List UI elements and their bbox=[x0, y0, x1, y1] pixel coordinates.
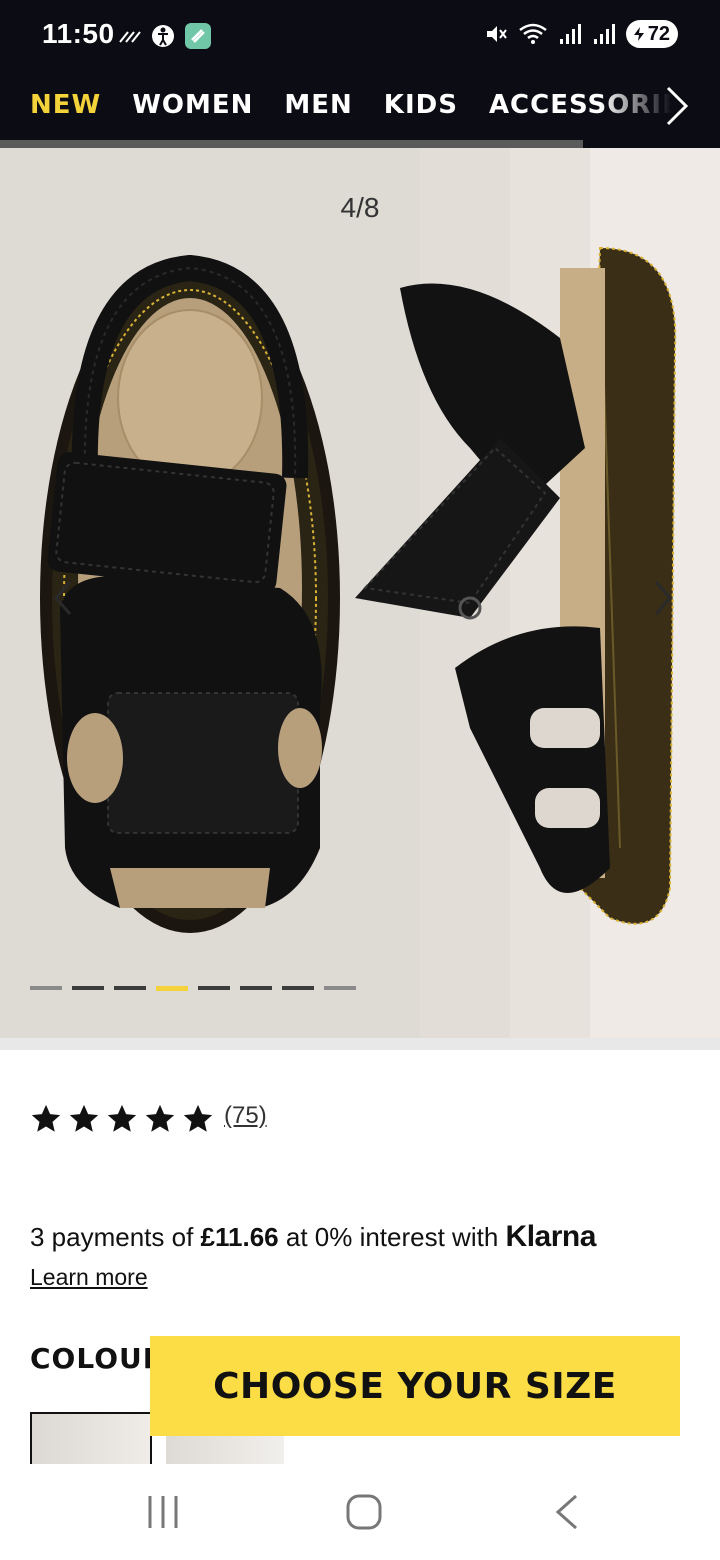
star-icon bbox=[107, 1104, 137, 1132]
nav-item-kids[interactable]: KIDS bbox=[384, 90, 458, 120]
klarna-message: 3 payments of £11.66 at 0% interest with… bbox=[30, 1220, 596, 1254]
nav-item-women[interactable]: WOMEN bbox=[132, 90, 253, 120]
klarna-prefix: 3 payments of bbox=[30, 1222, 201, 1252]
signal-dots-icon bbox=[119, 31, 141, 43]
choose-size-button[interactable]: CHOOSE YOUR SIZE bbox=[150, 1336, 680, 1436]
klarna-suffix: at 0% interest with bbox=[278, 1222, 506, 1252]
nav-scrollbar-thumb bbox=[0, 140, 584, 148]
accessibility-icon bbox=[152, 25, 174, 47]
pagination-dot[interactable] bbox=[240, 986, 272, 990]
klarna-logo: Klarna bbox=[505, 1220, 597, 1253]
gallery-pagination bbox=[30, 986, 356, 991]
status-left-icons bbox=[118, 22, 212, 50]
nav-item-new[interactable]: NEW bbox=[30, 90, 101, 120]
status-time: 11:50 bbox=[42, 18, 115, 49]
nav-scrollbar bbox=[0, 140, 720, 148]
home-icon[interactable] bbox=[344, 1492, 384, 1532]
image-counter: 4/8 bbox=[340, 192, 380, 223]
status-right-icons: 72 bbox=[484, 20, 678, 48]
pagination-dot[interactable] bbox=[324, 986, 356, 990]
gallery-divider bbox=[0, 1038, 720, 1050]
star-icon bbox=[31, 1104, 61, 1132]
sandal-top-view bbox=[40, 254, 340, 933]
chevron-right-icon[interactable] bbox=[648, 578, 678, 618]
star-icon bbox=[183, 1104, 213, 1132]
back-icon[interactable] bbox=[552, 1492, 582, 1532]
product-image-sandal-top bbox=[40, 246, 677, 933]
klarna-amount: £11.66 bbox=[200, 1222, 279, 1252]
mute-icon bbox=[486, 26, 507, 42]
recent-apps-icon[interactable] bbox=[146, 1492, 180, 1532]
wifi-icon bbox=[518, 23, 547, 44]
sandal-side-view bbox=[355, 246, 677, 925]
app-icon bbox=[185, 23, 211, 49]
status-bar: 11:50 72 bbox=[0, 0, 720, 66]
review-count-link[interactable]: (75) bbox=[224, 1102, 267, 1130]
pagination-dot[interactable] bbox=[282, 986, 314, 990]
system-nav-bar bbox=[0, 1464, 720, 1560]
battery-level: 72 bbox=[647, 22, 670, 45]
colour-swatch-selected[interactable] bbox=[30, 1412, 152, 1464]
signal-icon bbox=[593, 24, 615, 44]
pagination-dot[interactable] bbox=[114, 986, 146, 990]
chevron-left-icon[interactable] bbox=[48, 578, 78, 618]
pagination-dot[interactable] bbox=[198, 986, 230, 990]
pagination-dot[interactable] bbox=[30, 986, 62, 990]
nav-item-men[interactable]: MEN bbox=[284, 90, 352, 120]
star-icon bbox=[69, 1104, 99, 1132]
colour-heading: COLOUR bbox=[30, 1342, 152, 1375]
signal-icon bbox=[559, 24, 581, 44]
choose-size-label: CHOOSE YOUR SIZE bbox=[213, 1365, 617, 1407]
pagination-dot[interactable] bbox=[72, 986, 104, 990]
rating[interactable]: (75) bbox=[28, 1102, 267, 1136]
category-nav: NEW WOMEN MEN KIDS ACCESSORIES bbox=[0, 66, 720, 148]
charging-icon bbox=[633, 27, 644, 41]
pagination-dot-active[interactable] bbox=[156, 986, 188, 991]
star-icon bbox=[145, 1104, 175, 1132]
battery-indicator: 72 bbox=[625, 20, 678, 48]
product-gallery[interactable]: 4/8 bbox=[0, 148, 720, 1038]
chevron-right-icon[interactable] bbox=[656, 84, 696, 128]
learn-more-link[interactable]: Learn more bbox=[30, 1264, 148, 1291]
